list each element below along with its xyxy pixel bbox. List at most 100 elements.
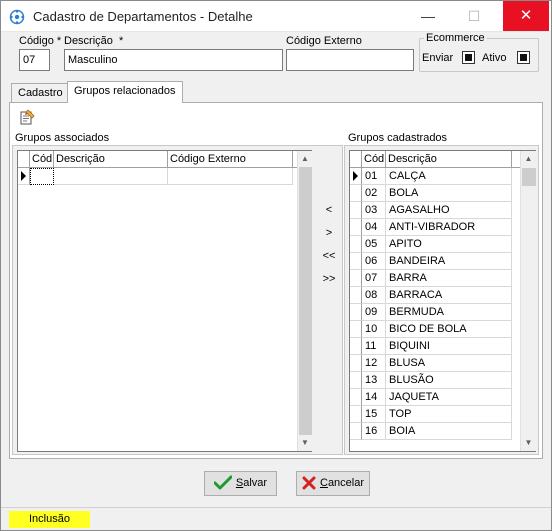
codigo-label: Código * <box>19 35 61 47</box>
move-right-button[interactable]: > <box>315 227 343 239</box>
cadastrados-cell-descricao[interactable]: BLUSA <box>386 355 512 372</box>
cadastrados-cell-cod[interactable]: 10 <box>362 321 386 338</box>
descricao-field[interactable]: Masculino <box>64 49 283 71</box>
associados-col-codigo-externo[interactable]: Código Externo <box>168 151 293 168</box>
enviar-checkbox[interactable] <box>462 51 475 64</box>
associados-cell-codigo-externo[interactable] <box>168 168 293 185</box>
minimize-button[interactable]: — <box>411 1 445 31</box>
cadastrados-cell-descricao[interactable]: ANTI-VIBRADOR <box>386 219 512 236</box>
cadastrados-cell-cod[interactable]: 13 <box>362 372 386 389</box>
associados-row-indicator[interactable] <box>18 168 30 185</box>
status-badge: Inclusão <box>9 511 90 528</box>
cancelar-label-rest: ancelar <box>327 477 365 489</box>
cadastrados-cell-descricao[interactable]: AGASALHO <box>386 202 512 219</box>
checkmark-icon <box>213 475 233 490</box>
dialog-window: Cadastro de Departamentos - Detalhe — ☐ … <box>0 0 552 531</box>
associados-scrollbar[interactable]: ▲ ▼ <box>297 151 312 451</box>
cadastrados-cell-descricao[interactable]: BOLA <box>386 185 512 202</box>
associados-col-descricao[interactable]: Descrição <box>54 151 168 168</box>
codigo-field[interactable]: 07 <box>19 49 50 71</box>
cadastrados-row-indicator[interactable] <box>350 304 362 321</box>
cadastrados-row-indicator[interactable] <box>350 355 362 372</box>
associados-corner <box>18 151 30 168</box>
move-left-button[interactable]: < <box>315 204 343 216</box>
cadastrados-row-indicator[interactable] <box>350 236 362 253</box>
x-cancel-icon <box>302 476 316 490</box>
scroll-down-icon[interactable]: ▼ <box>298 435 312 451</box>
scroll-up-icon[interactable]: ▲ <box>298 151 312 167</box>
cadastrados-row-indicator[interactable] <box>350 389 362 406</box>
cadastrados-row-indicator[interactable] <box>350 406 362 423</box>
cadastrados-cell-descricao[interactable]: TOP <box>386 406 512 423</box>
cadastrados-cell-descricao[interactable]: BARRACA <box>386 287 512 304</box>
cadastrados-cell-descricao[interactable]: BOIA <box>386 423 512 440</box>
cadastrados-cell-descricao[interactable]: BLUSÃO <box>386 372 512 389</box>
codigo-externo-field[interactable] <box>286 49 414 71</box>
cadastrados-row-indicator[interactable] <box>350 253 362 270</box>
maximize-button[interactable]: ☐ <box>457 1 491 31</box>
title-bar: Cadastro de Departamentos - Detalhe — ☐ … <box>1 1 551 32</box>
cadastrados-cell-cod[interactable]: 08 <box>362 287 386 304</box>
cadastrados-row-indicator[interactable] <box>350 168 362 185</box>
cancelar-button[interactable]: Cancelar <box>296 471 370 496</box>
cadastrados-col-descricao[interactable]: Descrição <box>386 151 512 168</box>
cadastrados-scrollbar[interactable]: ▲ ▼ <box>520 151 536 451</box>
descricao-label-text: Descrição <box>64 35 113 47</box>
cadastrados-col-cod[interactable]: Cód <box>362 151 386 168</box>
cadastrados-row-indicator[interactable] <box>350 270 362 287</box>
scroll-down-icon[interactable]: ▼ <box>521 435 536 451</box>
cadastrados-row-indicator[interactable] <box>350 321 362 338</box>
cadastrados-cell-descricao[interactable]: JAQUETA <box>386 389 512 406</box>
cadastrados-row-indicator[interactable] <box>350 338 362 355</box>
cadastrados-cell-cod[interactable]: 03 <box>362 202 386 219</box>
associados-cell-descricao[interactable] <box>54 168 168 185</box>
cadastrados-cell-cod[interactable]: 02 <box>362 185 386 202</box>
cadastrados-cell-descricao[interactable]: CALÇA <box>386 168 512 185</box>
enviar-label: Enviar <box>422 52 454 64</box>
cadastrados-cell-descricao[interactable]: BERMUDA <box>386 304 512 321</box>
cadastrados-row-indicator[interactable] <box>350 202 362 219</box>
cadastrados-cell-descricao[interactable]: APITO <box>386 236 512 253</box>
cadastrados-cell-cod[interactable]: 15 <box>362 406 386 423</box>
cadastrados-cell-cod[interactable]: 14 <box>362 389 386 406</box>
cadastrados-cell-cod[interactable]: 12 <box>362 355 386 372</box>
cadastrados-cell-cod[interactable]: 06 <box>362 253 386 270</box>
cadastrados-cell-descricao[interactable]: BARRA <box>386 270 512 287</box>
cadastrados-row-indicator[interactable] <box>350 185 362 202</box>
cadastrados-row-indicator[interactable] <box>350 219 362 236</box>
codigo-required-mark: * <box>56 35 62 47</box>
cadastrados-scroll-thumb[interactable] <box>522 168 536 186</box>
cadastrados-cell-cod[interactable]: 09 <box>362 304 386 321</box>
cadastrados-grid: Cód Descrição 01 CALÇA 02 BOLA 03 AGASALHO 04 A… <box>349 150 536 452</box>
close-button[interactable]: ✕ <box>503 1 549 31</box>
tab-cadastro[interactable]: Cadastro <box>11 83 70 103</box>
salvar-button[interactable]: Salvar <box>204 471 277 496</box>
cadastrados-cell-descricao[interactable]: BANDEIRA <box>386 253 512 270</box>
cadastrados-cell-cod[interactable]: 04 <box>362 219 386 236</box>
tab-grupos-relacionados[interactable]: Grupos relacionados <box>67 81 183 103</box>
cadastrados-row-indicator[interactable] <box>350 423 362 440</box>
salvar-label-rest: alvar <box>243 477 268 489</box>
move-all-right-button[interactable]: >> <box>315 273 343 285</box>
cadastrados-row-indicator[interactable] <box>350 372 362 389</box>
cadastrados-cell-cod[interactable]: 16 <box>362 423 386 440</box>
associados-col-cod[interactable]: Cód <box>30 151 54 168</box>
ecommerce-legend: Ecommerce <box>424 32 487 44</box>
cadastrados-cell-cod[interactable]: 01 <box>362 168 386 185</box>
codigo-externo-label: Código Externo <box>286 35 362 47</box>
scroll-up-icon[interactable]: ▲ <box>521 151 536 167</box>
cadastrados-cell-cod[interactable]: 11 <box>362 338 386 355</box>
descricao-label: Descrição * <box>64 35 123 47</box>
edit-document-icon[interactable] <box>18 108 36 126</box>
cadastrados-cell-descricao[interactable]: BIQUINI <box>386 338 512 355</box>
associados-scroll-thumb[interactable] <box>299 167 312 435</box>
cadastrados-cell-descricao[interactable]: BICO DE BOLA <box>386 321 512 338</box>
move-all-left-button[interactable]: << <box>315 250 343 262</box>
status-bar: Inclusão <box>1 507 551 530</box>
cadastrados-cell-cod[interactable]: 07 <box>362 270 386 287</box>
descricao-required-mark: * <box>119 35 124 47</box>
associados-cell-cod[interactable] <box>30 168 54 185</box>
cadastrados-row-indicator[interactable] <box>350 287 362 304</box>
cadastrados-cell-cod[interactable]: 05 <box>362 236 386 253</box>
ativo-checkbox[interactable] <box>517 51 530 64</box>
